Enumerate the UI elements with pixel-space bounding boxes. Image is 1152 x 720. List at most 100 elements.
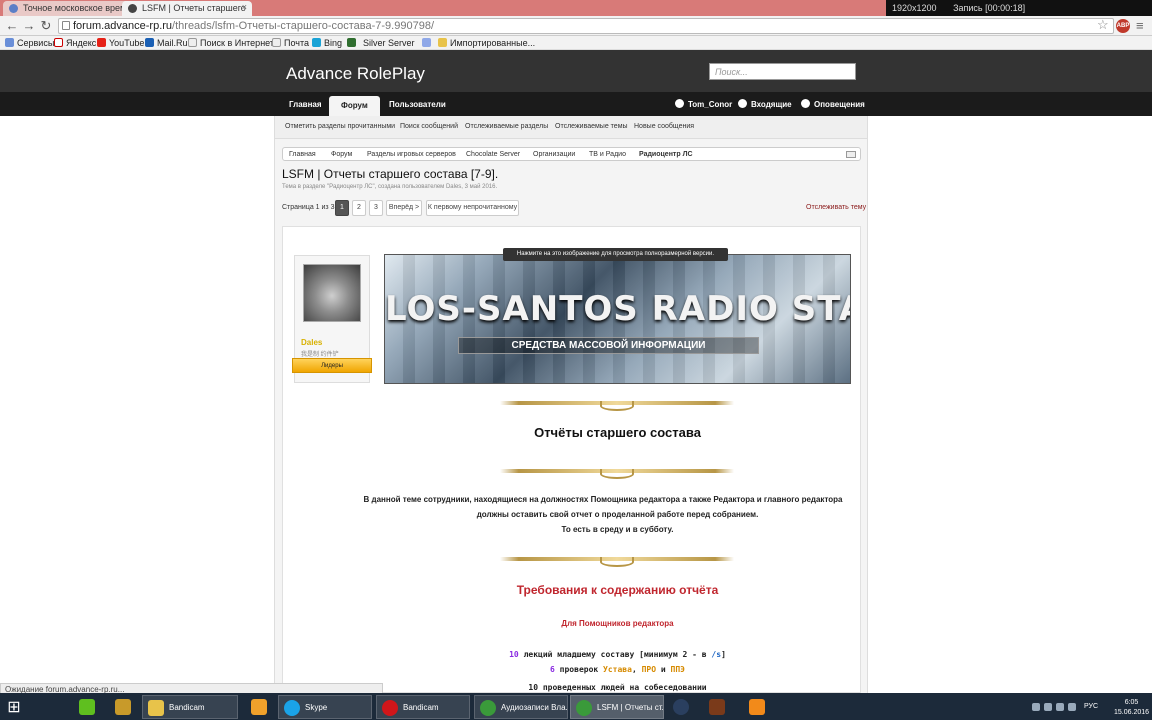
site-logo-title[interactable]: Advance RolePlay: [286, 64, 425, 84]
user-account-link[interactable]: Tom_Conor: [675, 92, 732, 116]
browser-tab-strip: Точное московское врем × LSFM | Отчеты с…: [0, 0, 1152, 16]
site-header: Advance RolePlay Поиск...: [0, 50, 1152, 92]
browser-menu-icon[interactable]: ≡: [1136, 18, 1144, 33]
requirements-subheading: Для Помощников редактора: [561, 619, 674, 628]
network-icon[interactable]: [1068, 703, 1076, 711]
chat-icon: [738, 99, 747, 108]
user-icon: [675, 99, 684, 108]
search-posts-link[interactable]: Поиск сообщений: [400, 123, 458, 130]
post-heading: Отчёты старшего состава: [534, 425, 701, 440]
taskbar-app-skype[interactable]: Skype: [278, 695, 372, 719]
recorder-bar: 1920x1200 Запись [00:00:18]: [886, 0, 1152, 16]
globe-icon: [801, 99, 810, 108]
breadcrumb-item[interactable]: Форум: [331, 151, 352, 158]
bookmark-star-icon[interactable]: ☆: [1097, 17, 1109, 33]
app-green-plus-icon[interactable]: [72, 695, 102, 719]
clock[interactable]: 6:05 15.06.2016: [1114, 698, 1149, 718]
bookmark-item[interactable]: [422, 37, 434, 49]
breadcrumb-item[interactable]: Организации: [533, 151, 575, 158]
requirement-item: 10 лекций младшему составу [минимум 2 - …: [509, 650, 726, 659]
bookmark-item[interactable]: Яндекс: [54, 37, 96, 49]
nav-tab-forum[interactable]: Форум: [329, 96, 380, 116]
browser-tab[interactable]: Точное московское врем ×: [3, 1, 133, 16]
start-windows-icon[interactable]: ⊞: [0, 695, 28, 719]
taskbar-app-chrome-audio[interactable]: Аудиозаписи Вла...: [474, 695, 568, 719]
jump-menu-icon[interactable]: [846, 151, 856, 158]
app-csgo-icon[interactable]: [108, 695, 138, 719]
bookmark-item[interactable]: Mail.Ru: [145, 37, 188, 49]
tray-icon[interactable]: [1044, 703, 1052, 711]
taskbar: ⊞ Bandicam Skype Bandicam Аудиозаписи Вл…: [0, 693, 1152, 720]
tab-title: Точное московское врем: [23, 3, 127, 13]
main-nav: Главная Форум Пользователи Tom_Conor Вхо…: [0, 92, 1152, 116]
nav-tab-users[interactable]: Пользователи: [389, 92, 446, 116]
page-info-icon: [62, 21, 70, 30]
breadcrumb-item[interactable]: Разделы игровых серверов: [367, 151, 456, 158]
tray-icon[interactable]: [1032, 703, 1040, 711]
page-1-button[interactable]: 1: [335, 200, 349, 216]
page-3-button[interactable]: 3: [369, 200, 383, 216]
alerts-link[interactable]: Оповещения: [801, 92, 865, 116]
adblock-extension-icon[interactable]: ABP: [1116, 19, 1130, 33]
taskbar-app-bandicam[interactable]: Bandicam: [376, 695, 470, 719]
thread-meta: Тема в разделе "Радиоцентр ЛС", создана …: [282, 184, 498, 190]
ornament-divider: [500, 397, 734, 411]
recorder-status: Запись [00:00:18]: [953, 3, 1026, 13]
bookmark-item[interactable]: Bing: [312, 37, 342, 49]
bookmark-item[interactable]: Сервисы: [5, 37, 54, 49]
bookmark-item[interactable]: Silver Server: [363, 37, 415, 49]
watch-thread-link[interactable]: Отслеживать тему: [806, 204, 866, 211]
taskbar-app-bandicam-folder[interactable]: Bandicam: [142, 695, 238, 719]
url-input[interactable]: forum.advance-rp.ru/threads/lsfm-Отчеты-…: [58, 18, 1114, 34]
breadcrumb-item[interactable]: Chocolate Server: [466, 151, 520, 158]
ornament-divider: [500, 553, 734, 567]
banner-subtitle: СРЕДСТВА МАССОВОЙ ИНФОРМАЦИИ: [458, 337, 759, 354]
url-path: /threads/lsfm-Отчеты-старшего-состава-7-…: [172, 20, 434, 32]
forward-arrow-icon[interactable]: →: [21, 18, 37, 34]
site-favicon-icon: [128, 4, 137, 13]
breadcrumb-current[interactable]: Радиоцентр ЛС: [639, 151, 693, 158]
taskbar-app-chrome-lsfm[interactable]: LSFM | Отчеты ст...: [570, 695, 664, 719]
app-game-icon[interactable]: [702, 695, 732, 719]
app-steam-icon[interactable]: [666, 695, 696, 719]
next-page-button[interactable]: Вперёд >: [386, 200, 422, 216]
app-orange-icon[interactable]: [244, 695, 274, 719]
bookmark-item[interactable]: YouTube: [97, 37, 144, 49]
nav-tab-home[interactable]: Главная: [289, 92, 322, 116]
bookmark-folder[interactable]: Импортированные...: [438, 37, 535, 49]
username[interactable]: Dales: [301, 338, 322, 347]
forum-content: Отметить разделы прочитанными Поиск сооб…: [274, 116, 868, 693]
page-2-button[interactable]: 2: [352, 200, 366, 216]
search-input[interactable]: Поиск...: [709, 63, 856, 80]
new-posts-link[interactable]: Новые сообщения: [634, 123, 694, 130]
system-tray: РУС 6:05 15.06.2016: [1030, 695, 1152, 719]
avatar[interactable]: [303, 264, 361, 322]
user-banner: Лидеры: [292, 358, 372, 373]
watched-threads-link[interactable]: Отслеживаемые темы: [555, 123, 628, 130]
language-indicator[interactable]: РУС: [1084, 703, 1098, 710]
close-icon[interactable]: ×: [242, 2, 247, 12]
watched-forums-link[interactable]: Отслеживаемые разделы: [465, 123, 548, 130]
bookmark-item[interactable]: Поиск в Интернете: [188, 37, 279, 49]
breadcrumb-item[interactable]: ТВ и Радио: [589, 151, 626, 158]
page-indicator: Страница 1 из 3: [282, 204, 335, 211]
back-arrow-icon[interactable]: ←: [4, 18, 20, 34]
mark-forums-read-link[interactable]: Отметить разделы прочитанными: [285, 123, 395, 130]
bookmark-item[interactable]: [347, 37, 359, 49]
body-line: должны оставить свой отчет о проделанной…: [476, 510, 759, 519]
body-line: То есть в среду и в субботу.: [561, 525, 674, 534]
inbox-link[interactable]: Входящие: [738, 92, 792, 116]
address-bar-row: ← → ↻ forum.advance-rp.ru/threads/lsfm-О…: [0, 16, 1152, 36]
reload-icon[interactable]: ↻: [38, 18, 54, 34]
page-title: LSFM | Отчеты старшего состава [7-9].: [282, 167, 499, 181]
image-tooltip: Нажмите на это изображение для просмотра…: [503, 248, 728, 261]
requirement-item: 6 проверок Устава, ПРО и ППЭ: [550, 665, 685, 674]
breadcrumb-item[interactable]: Главная: [289, 151, 316, 158]
app-k-icon[interactable]: [742, 695, 772, 719]
volume-icon[interactable]: [1056, 703, 1064, 711]
post-banner-image[interactable]: LOS-SANTOS RADIO STATION СРЕДСТВА МАССОВ…: [384, 254, 851, 384]
bookmark-item[interactable]: Почта: [272, 37, 309, 49]
requirements-heading: Требования к содержанию отчёта: [516, 583, 719, 597]
browser-tab-active[interactable]: LSFM | Отчеты старшего ×: [122, 1, 252, 16]
first-unread-button[interactable]: К первому непрочитанному: [426, 200, 519, 216]
